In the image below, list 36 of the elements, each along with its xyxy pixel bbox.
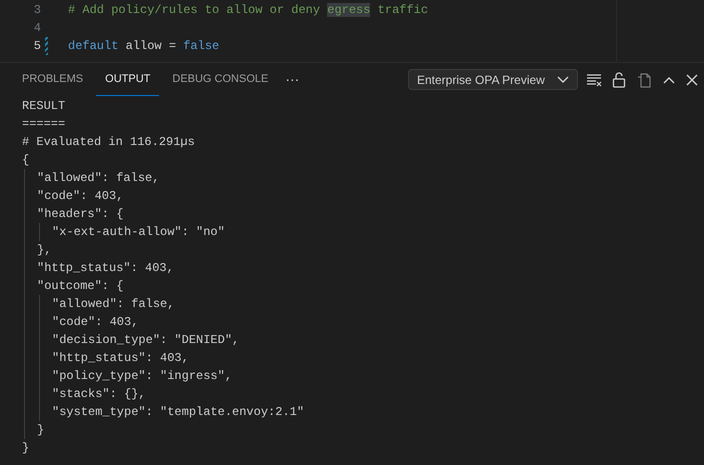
output-line: } xyxy=(37,422,46,439)
line-number: 4 xyxy=(32,20,41,37)
panel-tab[interactable]: PROBLEMS xyxy=(13,63,92,96)
output-line: "allowed": false, xyxy=(37,170,160,187)
output-line: # Evaluated in 116.291µs xyxy=(22,134,196,151)
line-number: 3 xyxy=(32,2,41,19)
chevron-down-icon xyxy=(557,76,569,84)
output-line: "code": 403, xyxy=(37,188,124,205)
output-line: ====== xyxy=(22,116,66,133)
output-line: "system_type": "template.envoy:2.1" xyxy=(52,404,306,421)
panel-tab[interactable]: DEBUG CONSOLE xyxy=(163,63,278,96)
output-line: "allowed": false, xyxy=(52,296,176,313)
output-line: "policy_type": "ingress", xyxy=(52,368,234,385)
output-line: "headers": { xyxy=(37,206,124,223)
more-actions-button[interactable]: ··· xyxy=(285,69,300,90)
output-line: { xyxy=(22,152,30,169)
chevron-up-icon[interactable] xyxy=(662,74,676,84)
output-line: "stacks": {}, xyxy=(52,386,147,403)
channel-dropdown[interactable]: Enterprise OPA Preview xyxy=(408,69,578,90)
output-line: "http_status": 403, xyxy=(37,260,175,277)
output-line: } xyxy=(22,440,30,457)
output-line: "x-ext-auth-allow": "no" xyxy=(52,224,226,241)
output-line: RESULT xyxy=(22,98,66,115)
clear-output-icon[interactable] xyxy=(586,72,602,86)
panel-tab[interactable]: OUTPUT xyxy=(96,63,160,96)
line-number: 5 xyxy=(32,38,41,55)
document-icon[interactable] xyxy=(636,72,652,88)
unlocked-padlock-icon[interactable] xyxy=(612,72,626,88)
code-line: default allow = false xyxy=(68,38,220,55)
output-line: "outcome": { xyxy=(37,278,124,295)
code-line: # Add policy/rules to allow or deny egress traffic xyxy=(68,2,428,19)
output-line: "code": 403, xyxy=(52,314,140,331)
close-icon[interactable] xyxy=(686,74,698,86)
output-line: }, xyxy=(37,242,52,259)
output-line: "decision_type": "DENIED", xyxy=(52,332,240,349)
output-line: "http_status": 403, xyxy=(52,350,190,367)
